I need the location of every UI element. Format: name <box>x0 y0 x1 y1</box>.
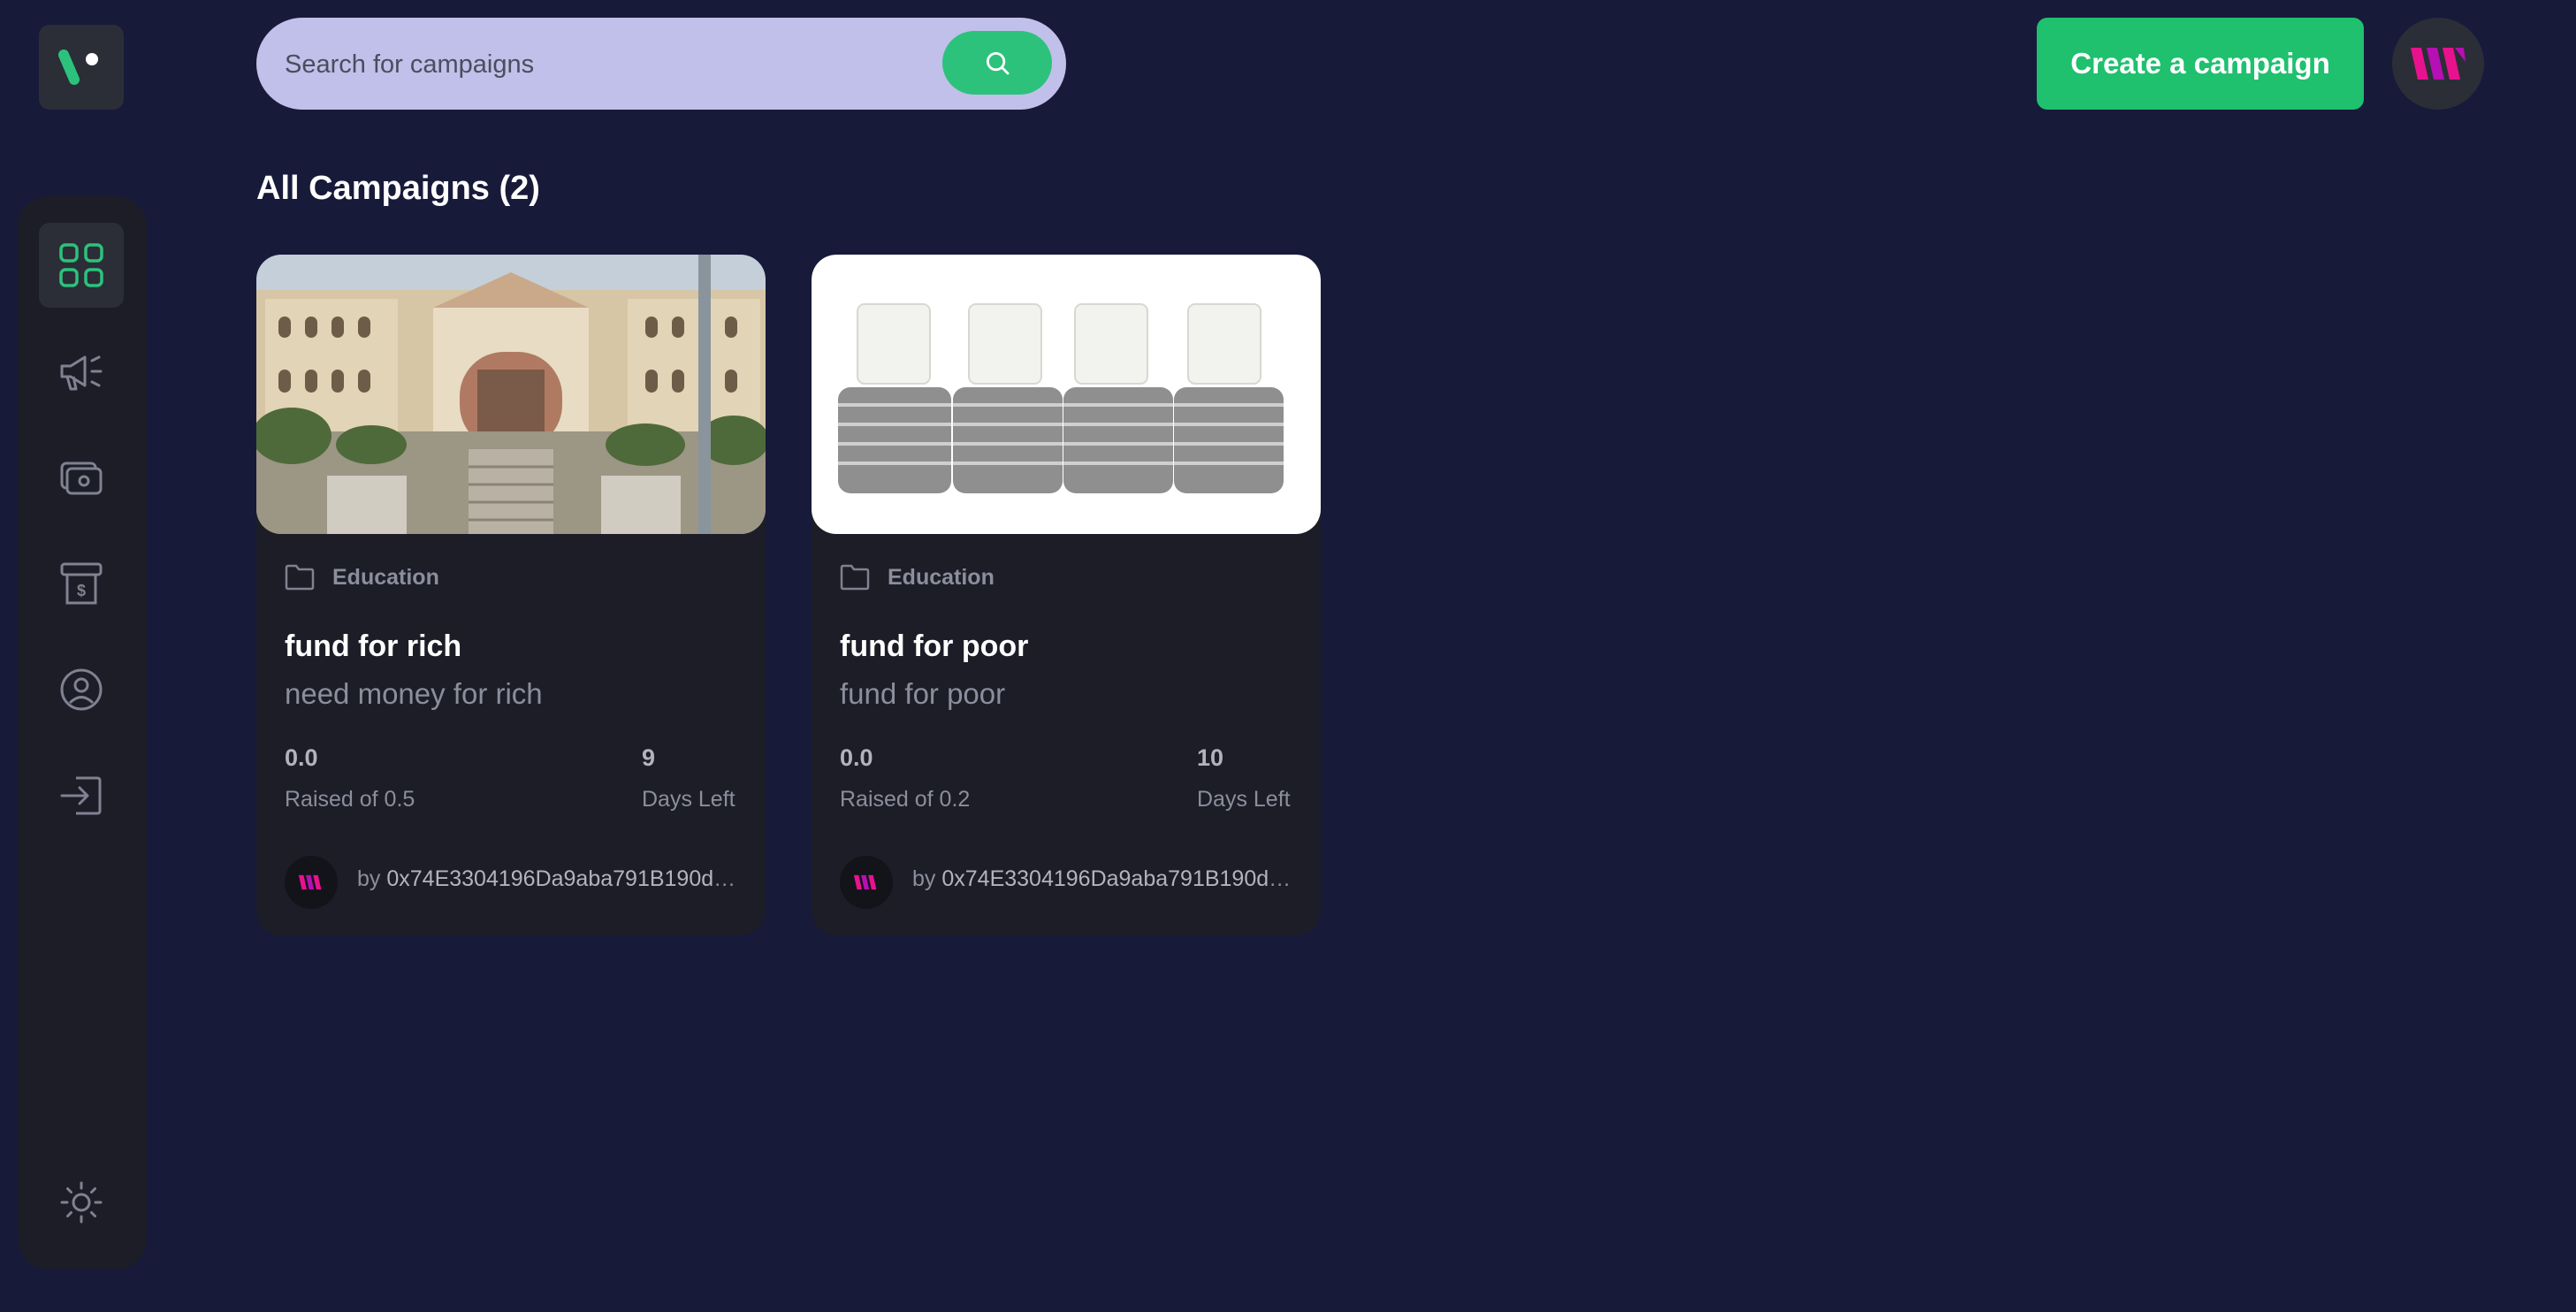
days-left-value: 10 <box>1197 744 1224 771</box>
folder-icon <box>285 564 315 591</box>
owner-prefix: by <box>912 866 936 891</box>
sidebar: $ <box>18 196 147 1270</box>
days-left-label: Days Left <box>642 787 735 812</box>
days-left-value: 9 <box>642 744 656 771</box>
logo-icon <box>58 50 98 85</box>
campaign-card[interactable]: Education fund for rich need money for r… <box>256 255 766 935</box>
campaign-image <box>812 255 1321 534</box>
campaign-owner: by 0x74E3304196Da9aba791B190d78... <box>357 866 746 892</box>
owner-prefix: by <box>357 866 381 891</box>
sidebar-item-dashboard[interactable] <box>39 223 124 308</box>
campaign-card[interactable]: Education fund for poor fund for poor 0.… <box>812 255 1321 935</box>
theme-toggle[interactable] <box>39 1160 124 1245</box>
owner-address: 0x74E3304196Da9aba791B190d78... <box>386 866 746 891</box>
create-campaign-button[interactable]: Create a campaign <box>2037 18 2364 110</box>
app-logo[interactable] <box>39 25 124 110</box>
campaign-description: fund for poor <box>840 677 1006 710</box>
campaign-category: Education <box>840 564 995 591</box>
logout-icon <box>60 776 102 815</box>
profile-icon <box>60 668 103 711</box>
brand-avatar-icon <box>853 874 877 890</box>
category-label: Education <box>888 564 995 590</box>
campaign-owner: by 0x74E3304196Da9aba791B190d78... <box>912 866 1301 892</box>
sidebar-item-logout[interactable] <box>39 753 124 838</box>
campaign-title: fund for poor <box>840 629 1029 663</box>
svg-text:$: $ <box>77 582 86 599</box>
owner-avatar <box>840 856 893 909</box>
folder-icon <box>840 564 870 591</box>
raised-amount: 0.0 <box>840 744 873 771</box>
owner-address: 0x74E3304196Da9aba791B190d78... <box>941 866 1301 891</box>
search-icon <box>986 51 1010 75</box>
withdraw-icon: $ <box>60 562 103 605</box>
campaign-title: fund for rich <box>285 629 462 663</box>
raised-label: Raised of 0.5 <box>285 787 415 812</box>
category-label: Education <box>332 564 439 590</box>
wallet-icon <box>60 461 103 495</box>
sidebar-item-payment[interactable] <box>39 435 124 520</box>
page-title: All Campaigns (2) <box>256 170 540 207</box>
brand-avatar-icon <box>298 874 322 890</box>
search-bar <box>256 18 1066 110</box>
dashboard-grid-icon <box>59 243 103 287</box>
days-left-label: Days Left <box>1197 787 1291 812</box>
search-input[interactable] <box>283 39 905 90</box>
campaign-category: Education <box>285 564 439 591</box>
megaphone-icon <box>60 355 103 391</box>
search-button[interactable] <box>942 31 1052 95</box>
brand-avatar-icon <box>2411 48 2465 80</box>
owner-avatar <box>285 856 338 909</box>
sidebar-item-profile[interactable] <box>39 647 124 732</box>
raised-amount: 0.0 <box>285 744 318 771</box>
sidebar-item-withdraw[interactable]: $ <box>39 541 124 626</box>
raised-label: Raised of 0.2 <box>840 787 971 812</box>
campaign-image <box>256 255 766 534</box>
sun-icon <box>60 1181 103 1224</box>
profile-avatar[interactable] <box>2392 18 2484 110</box>
campaign-description: need money for rich <box>285 677 543 710</box>
sidebar-item-campaign[interactable] <box>39 329 124 414</box>
